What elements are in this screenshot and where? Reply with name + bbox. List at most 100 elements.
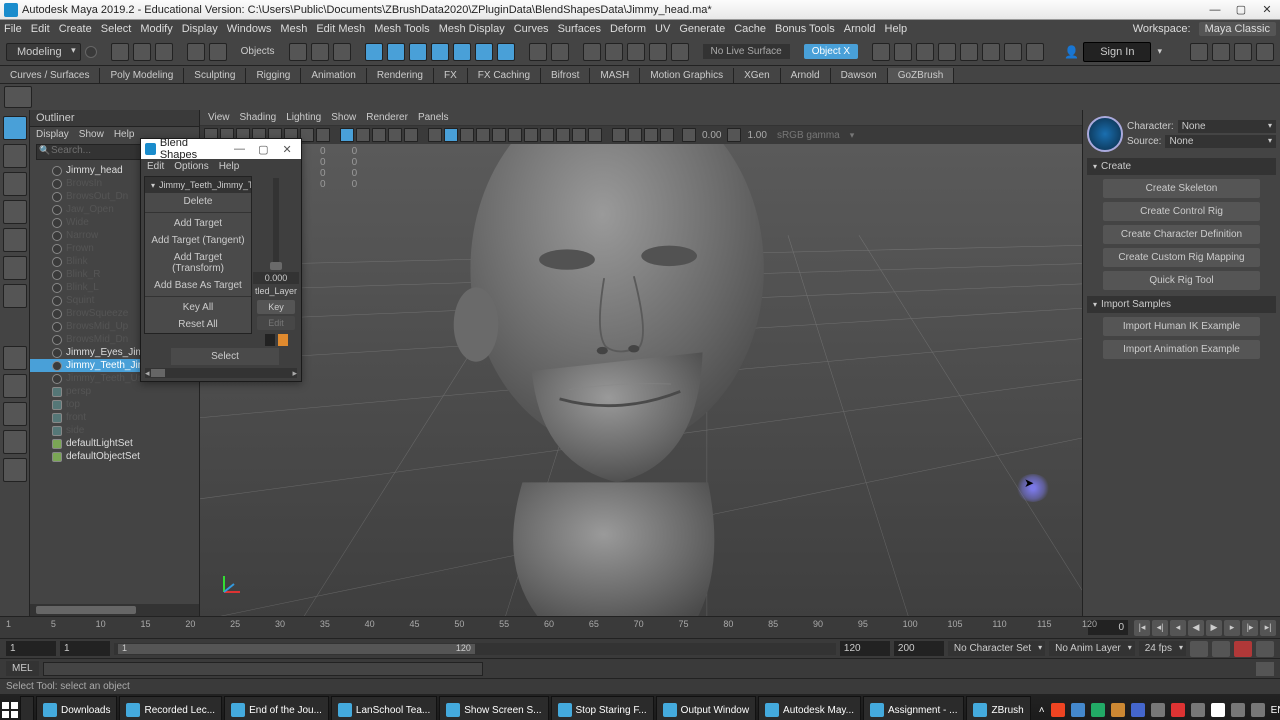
- viewport-menu-renderer[interactable]: Renderer: [366, 112, 408, 123]
- ctx-add-target--transform-[interactable]: Add Target (Transform): [145, 249, 251, 277]
- save-scene-icon[interactable]: [155, 43, 173, 61]
- vp-icon[interactable]: [492, 128, 506, 142]
- vp-icon[interactable]: [476, 128, 490, 142]
- ctx-reset-all[interactable]: Reset All: [145, 316, 251, 333]
- anim-layer-dropdown[interactable]: No Anim Layer: [1049, 641, 1135, 656]
- snap-toggle4-icon[interactable]: [431, 43, 449, 61]
- menu-mesh[interactable]: Mesh: [280, 23, 307, 35]
- live-icon5[interactable]: [671, 43, 689, 61]
- shelf-tab-dawson[interactable]: Dawson: [831, 68, 888, 83]
- menu-set-dropdown[interactable]: Modeling: [6, 43, 81, 61]
- last-tool[interactable]: [3, 284, 27, 308]
- cmd-lang-button[interactable]: MEL: [6, 661, 39, 676]
- ctx-delete[interactable]: Delete: [145, 193, 251, 210]
- outliner-menu-help[interactable]: Help: [114, 129, 135, 140]
- menu-select[interactable]: Select: [101, 23, 132, 35]
- vp-icon[interactable]: [428, 128, 442, 142]
- menu-generate[interactable]: Generate: [679, 23, 725, 35]
- go-end-button[interactable]: ▸|: [1260, 620, 1276, 636]
- tray-icon[interactable]: [1091, 703, 1105, 717]
- outliner-item[interactable]: front: [30, 411, 199, 424]
- vp-icon[interactable]: [356, 128, 370, 142]
- blend-menu-edit[interactable]: Edit: [147, 161, 164, 172]
- range-bar[interactable]: 1120: [114, 643, 836, 655]
- vp-icon[interactable]: [572, 128, 586, 142]
- snap-toggle1-icon[interactable]: [365, 43, 383, 61]
- create-create-character-definition-button[interactable]: Create Character Definition: [1103, 225, 1260, 244]
- tray-icon[interactable]: [1111, 703, 1125, 717]
- menu-modify[interactable]: Modify: [140, 23, 172, 35]
- selection-mode-label[interactable]: Objects: [241, 46, 275, 57]
- blend-menu-options[interactable]: Options: [174, 161, 208, 172]
- taskbar-item[interactable]: LanSchool Tea...: [331, 696, 437, 720]
- menu-uv[interactable]: UV: [655, 23, 670, 35]
- step-back-button[interactable]: ◂: [1170, 620, 1186, 636]
- taskbar-item[interactable]: End of the Jou...: [224, 696, 329, 720]
- vp-icon[interactable]: [300, 128, 314, 142]
- live-icon2[interactable]: [605, 43, 623, 61]
- gamma-label[interactable]: sRGB gamma: [773, 130, 844, 141]
- taskbar-item[interactable]: Stop Staring F...: [551, 696, 654, 720]
- tray-icon[interactable]: [1191, 703, 1205, 717]
- shelf-tab-sculpting[interactable]: Sculpting: [184, 68, 246, 83]
- taskbar-item[interactable]: Recorded Lec...: [119, 696, 222, 720]
- vp-icon[interactable]: [316, 128, 330, 142]
- tray-wifi-icon[interactable]: [1231, 703, 1245, 717]
- tray-icon[interactable]: [1211, 703, 1225, 717]
- render-icon5[interactable]: [960, 43, 978, 61]
- shelf-tab-xgen[interactable]: XGen: [734, 68, 781, 83]
- open-scene-icon[interactable]: [133, 43, 151, 61]
- toggle-icon3[interactable]: [1234, 43, 1252, 61]
- shelf-tab-rigging[interactable]: Rigging: [246, 68, 301, 83]
- menu-cache[interactable]: Cache: [734, 23, 766, 35]
- render-icon8[interactable]: [1026, 43, 1044, 61]
- tray-icon[interactable]: [1131, 703, 1145, 717]
- outliner-item[interactable]: side: [30, 424, 199, 437]
- record-icon[interactable]: [1234, 641, 1252, 657]
- shelf-tab-poly-modeling[interactable]: Poly Modeling: [100, 68, 184, 83]
- render-icon3[interactable]: [916, 43, 934, 61]
- vp-icon[interactable]: [612, 128, 626, 142]
- vp-icon[interactable]: [460, 128, 474, 142]
- character-set-dropdown[interactable]: No Character Set: [948, 641, 1045, 656]
- paint-select-tool[interactable]: [3, 172, 27, 196]
- snap-curve-icon[interactable]: [311, 43, 329, 61]
- create-create-control-rig-button[interactable]: Create Control Rig: [1103, 202, 1260, 221]
- render-icon4[interactable]: [938, 43, 956, 61]
- create-section-header[interactable]: Create: [1087, 158, 1276, 175]
- lasso-tool[interactable]: [3, 144, 27, 168]
- layout-two-side[interactable]: [3, 402, 27, 426]
- vp-icon[interactable]: [628, 128, 642, 142]
- vp-icon[interactable]: [444, 128, 458, 142]
- snap-toggle7-icon[interactable]: [497, 43, 515, 61]
- ctx-add-base-as-target[interactable]: Add Base As Target: [145, 277, 251, 294]
- tray-icon[interactable]: [1051, 703, 1065, 717]
- ctx-key-all[interactable]: Key All: [145, 299, 251, 316]
- menu-mesh-tools[interactable]: Mesh Tools: [374, 23, 429, 35]
- tray-icon[interactable]: [1171, 703, 1185, 717]
- maximize-panel-button[interactable]: ▢: [253, 143, 273, 156]
- create-create-custom-rig-mapping-button[interactable]: Create Custom Rig Mapping: [1103, 248, 1260, 267]
- menu-display[interactable]: Display: [182, 23, 218, 35]
- vp-icon[interactable]: [372, 128, 386, 142]
- target-weight-slider[interactable]: [273, 178, 279, 270]
- undo-icon[interactable]: [187, 43, 205, 61]
- goz-icon[interactable]: [4, 86, 32, 108]
- anim-start-field[interactable]: 1: [6, 641, 56, 656]
- ctx-add-target[interactable]: Add Target: [145, 215, 251, 232]
- magnet-icon[interactable]: [551, 43, 569, 61]
- key-button[interactable]: Key: [257, 300, 295, 314]
- step-forward-key-button[interactable]: |▸: [1242, 620, 1258, 636]
- layout-single[interactable]: [3, 346, 27, 370]
- menu-help[interactable]: Help: [885, 23, 908, 35]
- menu-bonus-tools[interactable]: Bonus Tools: [775, 23, 835, 35]
- tray-icon[interactable]: [1151, 703, 1165, 717]
- snap-toggle2-icon[interactable]: [387, 43, 405, 61]
- snap-toggle5-icon[interactable]: [453, 43, 471, 61]
- source-dropdown[interactable]: None: [1165, 135, 1276, 148]
- vp-icon[interactable]: [388, 128, 402, 142]
- maximize-button[interactable]: ▢: [1228, 1, 1254, 19]
- shelf-tab-fx[interactable]: FX: [434, 68, 468, 83]
- shelf-tab-rendering[interactable]: Rendering: [367, 68, 434, 83]
- target-color-icon[interactable]: [278, 334, 288, 346]
